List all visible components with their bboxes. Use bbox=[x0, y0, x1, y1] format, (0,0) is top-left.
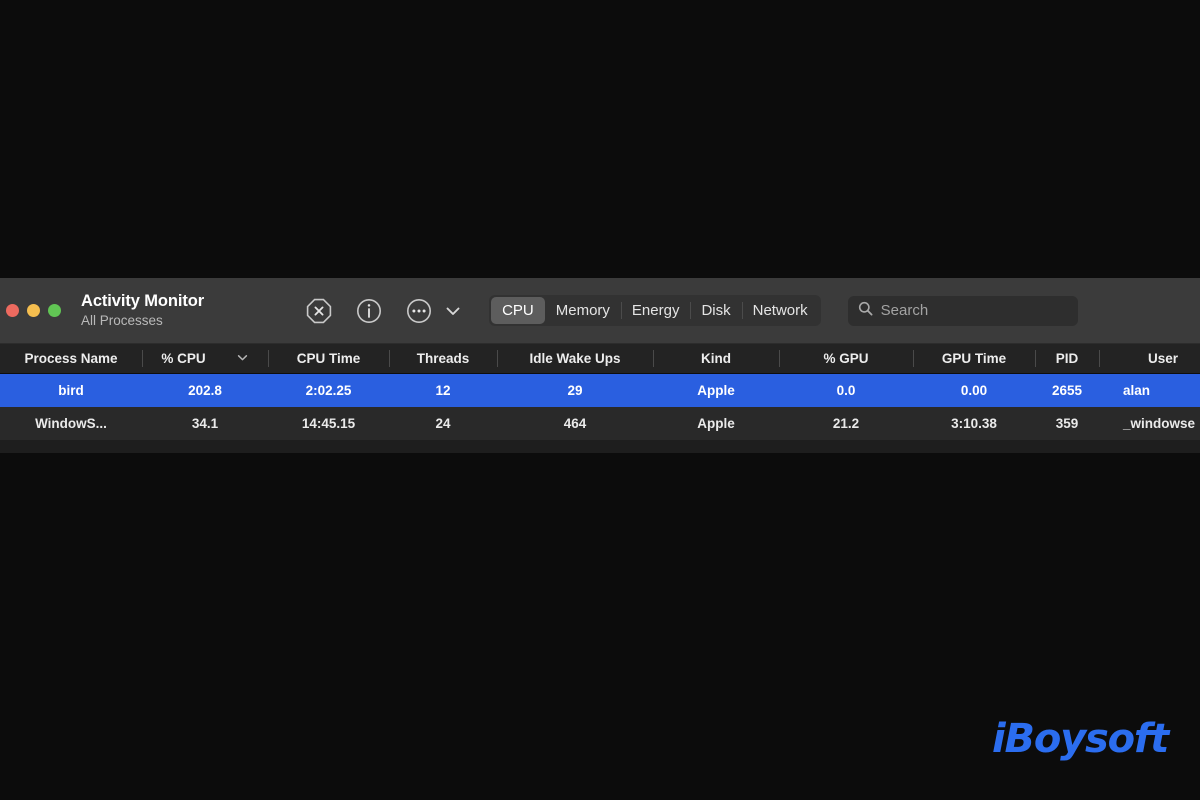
column-header-process-name[interactable]: Process Name bbox=[0, 344, 142, 373]
tab-energy[interactable]: Energy bbox=[620, 297, 691, 324]
window-title: Activity Monitor bbox=[81, 292, 205, 311]
column-header-user[interactable]: User bbox=[1099, 344, 1200, 373]
minimize-window-button[interactable] bbox=[27, 304, 40, 317]
cell-user: alan bbox=[1123, 383, 1151, 398]
tab-memory[interactable]: Memory bbox=[545, 297, 621, 324]
maximize-window-button[interactable] bbox=[48, 304, 61, 317]
table-row[interactable]: bird 202.8 2:02.25 12 29 Apple 0.0 0.00 … bbox=[0, 374, 1200, 407]
cell-idle-wake-ups: 464 bbox=[563, 416, 587, 431]
column-header-threads[interactable]: Threads bbox=[389, 344, 497, 373]
title-block: Activity Monitor All Processes bbox=[81, 292, 204, 328]
cell-cpu-percent: 202.8 bbox=[188, 383, 222, 398]
window-toolbar: Activity Monitor All Processes CPU Memor… bbox=[0, 278, 1200, 344]
cell-idle-wake-ups: 29 bbox=[567, 383, 583, 398]
cell-threads: 12 bbox=[435, 383, 451, 398]
column-header-cpu-percent[interactable]: % CPU bbox=[142, 344, 268, 373]
chevron-down-icon bbox=[236, 351, 249, 367]
cell-cpu-time: 2:02.25 bbox=[305, 383, 352, 398]
cell-user: _windowse bbox=[1123, 416, 1196, 431]
cell-cpu-percent: 34.1 bbox=[191, 416, 219, 431]
tab-cpu[interactable]: CPU bbox=[491, 297, 545, 324]
column-header-cpu-percent-label: % CPU bbox=[161, 351, 206, 366]
table-header-row: Process Name % CPU CPU Time Threads Idle… bbox=[0, 344, 1200, 374]
window-controls bbox=[0, 304, 61, 317]
info-circle-icon[interactable] bbox=[356, 298, 382, 324]
column-header-idle-wake-ups[interactable]: Idle Wake Ups bbox=[497, 344, 653, 373]
desktop-background: Activity Monitor All Processes CPU Memor… bbox=[0, 0, 1200, 800]
search-icon bbox=[858, 301, 873, 321]
octagon-x-icon[interactable] bbox=[306, 298, 332, 324]
column-header-pid[interactable]: PID bbox=[1035, 344, 1099, 373]
tab-network[interactable]: Network bbox=[741, 297, 819, 324]
cell-threads: 24 bbox=[435, 416, 451, 431]
column-header-kind[interactable]: Kind bbox=[653, 344, 779, 373]
iboysoft-watermark: iBoysoft bbox=[992, 716, 1169, 762]
cell-pid: 2655 bbox=[1051, 383, 1083, 398]
cell-process-name: WindowS... bbox=[35, 416, 107, 431]
column-header-gpu-time[interactable]: GPU Time bbox=[913, 344, 1035, 373]
window-subtitle: All Processes bbox=[81, 313, 163, 329]
ellipsis-circle-icon[interactable] bbox=[406, 298, 432, 324]
cell-kind: Apple bbox=[697, 383, 735, 398]
cell-kind: Apple bbox=[697, 416, 735, 431]
table-row[interactable]: WindowS... 34.1 14:45.15 24 464 Apple 21… bbox=[0, 407, 1200, 440]
cell-gpu-percent: 0.0 bbox=[836, 383, 856, 398]
activity-monitor-window: Activity Monitor All Processes CPU Memor… bbox=[0, 278, 1200, 453]
cell-process-name: bird bbox=[58, 383, 84, 398]
chevron-down-icon[interactable] bbox=[444, 302, 462, 320]
cell-pid: 359 bbox=[1055, 416, 1079, 431]
cell-gpu-time: 0.00 bbox=[960, 383, 988, 398]
search-field[interactable]: Search bbox=[847, 295, 1078, 326]
cell-gpu-time: 3:10.38 bbox=[951, 416, 997, 431]
toolbar-actions bbox=[306, 298, 462, 324]
cell-gpu-percent: 21.2 bbox=[832, 416, 860, 431]
close-window-button[interactable] bbox=[6, 304, 19, 317]
column-header-gpu-percent[interactable]: % GPU bbox=[779, 344, 913, 373]
cell-cpu-time: 14:45.15 bbox=[301, 416, 356, 431]
view-tabs: CPU Memory Energy Disk Network bbox=[489, 295, 821, 326]
tab-disk[interactable]: Disk bbox=[690, 297, 741, 324]
search-placeholder: Search bbox=[880, 302, 929, 319]
column-header-cpu-time[interactable]: CPU Time bbox=[268, 344, 389, 373]
